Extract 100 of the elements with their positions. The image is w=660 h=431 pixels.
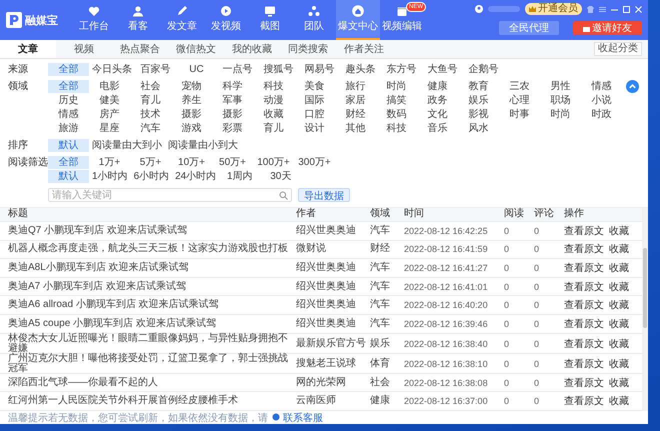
filter-option[interactable]: 趣头条: [340, 63, 381, 76]
filter-option[interactable]: 时事: [499, 108, 540, 121]
filter-option[interactable]: 社会: [130, 80, 171, 93]
collapse-button[interactable]: 收起分类: [594, 42, 642, 56]
filter-option[interactable]: 彩票: [212, 122, 253, 135]
filter-option[interactable]: 300万+: [294, 156, 335, 169]
filter-option[interactable]: 健美: [89, 94, 130, 107]
tab[interactable]: 文章: [0, 40, 56, 58]
filter-option[interactable]: 游戏: [171, 122, 212, 135]
nav-item[interactable]: 发视频: [204, 0, 248, 40]
filter-option[interactable]: 阅读量由大到小: [89, 139, 165, 152]
nav-item[interactable]: 看客: [116, 0, 160, 40]
filter-option[interactable]: 男性: [540, 80, 581, 93]
filter-option[interactable]: 6小时内: [130, 170, 172, 183]
filter-option[interactable]: 宠物: [171, 80, 212, 93]
filter-option[interactable]: 动漫: [253, 94, 294, 107]
filter-option[interactable]: 全部: [48, 156, 89, 169]
filter-option[interactable]: 政务: [417, 94, 458, 107]
filter-option[interactable]: UC: [176, 63, 217, 76]
filter-option[interactable]: 旅行: [335, 80, 376, 93]
filter-option[interactable]: 时尚: [540, 108, 581, 121]
filter-option[interactable]: 时尚: [376, 80, 417, 93]
filter-option[interactable]: 默认: [48, 170, 89, 183]
search-field[interactable]: 请输入关键词: [48, 188, 292, 202]
filter-option[interactable]: 全部: [48, 63, 89, 76]
filter-option[interactable]: 大鱼号: [422, 63, 463, 76]
action-link[interactable]: 收藏: [609, 394, 629, 408]
scrollbar[interactable]: [642, 208, 648, 411]
tab[interactable]: 我的收藏: [224, 40, 280, 58]
filter-option[interactable]: 音乐: [417, 122, 458, 135]
filter-option[interactable]: 历史: [48, 94, 89, 107]
filter-option[interactable]: 财经: [335, 108, 376, 121]
tab[interactable]: 热点聚合: [112, 40, 168, 58]
filter-option[interactable]: 东方号: [381, 63, 422, 76]
filter-option[interactable]: 24小时内: [172, 170, 220, 183]
contact-link[interactable]: 联系客服: [272, 410, 323, 424]
action-link[interactable]: 查看原文: [564, 316, 604, 331]
filter-option[interactable]: 家居: [335, 94, 376, 107]
filter-option[interactable]: 5万+: [130, 156, 171, 169]
filter-option[interactable]: 职场: [540, 94, 581, 107]
filter-option[interactable]: 情感: [48, 108, 89, 121]
action-link[interactable]: 查看原文: [564, 242, 604, 256]
filter-option[interactable]: 设计: [294, 122, 335, 135]
tab[interactable]: 视频: [56, 40, 112, 58]
filter-option[interactable]: 摄影: [212, 108, 253, 121]
filter-option[interactable]: 小说: [581, 94, 622, 107]
filter-option[interactable]: 1万+: [89, 156, 130, 169]
vip-button[interactable]: 开通会员: [525, 3, 582, 15]
header-button[interactable]: 邀请好友: [573, 21, 642, 35]
close-icon[interactable]: [635, 6, 642, 12]
action-link[interactable]: 收藏: [609, 298, 629, 312]
filter-option[interactable]: 搜狐号: [258, 63, 299, 76]
filter-option[interactable]: 科技: [253, 80, 294, 93]
filter-option[interactable]: 时政: [581, 108, 622, 121]
filter-option[interactable]: 健康: [417, 80, 458, 93]
filter-option[interactable]: 50万+: [212, 156, 253, 169]
filter-option[interactable]: 文化: [417, 108, 458, 121]
filter-option[interactable]: 网易号: [299, 63, 340, 76]
filter-option[interactable]: 美食: [294, 80, 335, 93]
filter-option[interactable]: 企鹅号: [463, 63, 504, 76]
filter-option[interactable]: 全部: [48, 80, 89, 93]
filter-option[interactable]: 育儿: [253, 122, 294, 135]
filter-option[interactable]: 汽车: [130, 122, 171, 135]
filter-option[interactable]: 搞笑: [376, 94, 417, 107]
filter-option[interactable]: 一点号: [217, 63, 258, 76]
filter-option[interactable]: 数码: [376, 108, 417, 121]
filter-option[interactable]: 影视: [458, 108, 499, 121]
filter-option[interactable]: 心理: [499, 94, 540, 107]
action-link[interactable]: 收藏: [609, 242, 629, 256]
nav-item[interactable]: 团队: [292, 0, 336, 40]
user-icon[interactable]: [475, 5, 483, 13]
action-link[interactable]: 查看原文: [564, 261, 604, 276]
maximize-icon[interactable]: [623, 6, 630, 12]
action-link[interactable]: 查看原文: [564, 376, 604, 390]
filter-option[interactable]: 默认: [48, 139, 89, 152]
filter-option[interactable]: 养生: [171, 94, 212, 107]
filter-option[interactable]: 收藏: [253, 108, 294, 121]
nav-item[interactable]: 发文章: [160, 0, 204, 40]
action-link[interactable]: 收藏: [609, 316, 629, 331]
filter-option[interactable]: 娱乐: [458, 94, 499, 107]
filter-option[interactable]: 教育: [458, 80, 499, 93]
filter-option[interactable]: 1小时内: [89, 170, 131, 183]
filter-option[interactable]: 国际: [294, 94, 335, 107]
filter-option[interactable]: 其他: [335, 122, 376, 135]
action-link[interactable]: 收藏: [609, 261, 629, 276]
filter-option[interactable]: 100万+: [253, 156, 294, 169]
filter-option[interactable]: 风水: [458, 122, 499, 135]
filter-option[interactable]: 百家号: [135, 63, 176, 76]
nav-item[interactable]: 截图: [248, 0, 292, 40]
filter-option[interactable]: 科技: [376, 122, 417, 135]
action-link[interactable]: 查看原文: [564, 280, 604, 294]
tab[interactable]: 作者关注: [336, 40, 392, 58]
action-link[interactable]: 收藏: [609, 376, 629, 390]
filter-option[interactable]: 摄影: [171, 108, 212, 121]
action-link[interactable]: 收藏: [609, 224, 629, 238]
tab[interactable]: 同类搜索: [280, 40, 336, 58]
filter-option[interactable]: 电影: [89, 80, 130, 93]
filter-option[interactable]: 三农: [499, 80, 540, 93]
filter-option[interactable]: 技术: [130, 108, 171, 121]
filter-option[interactable]: 星座: [89, 122, 130, 135]
